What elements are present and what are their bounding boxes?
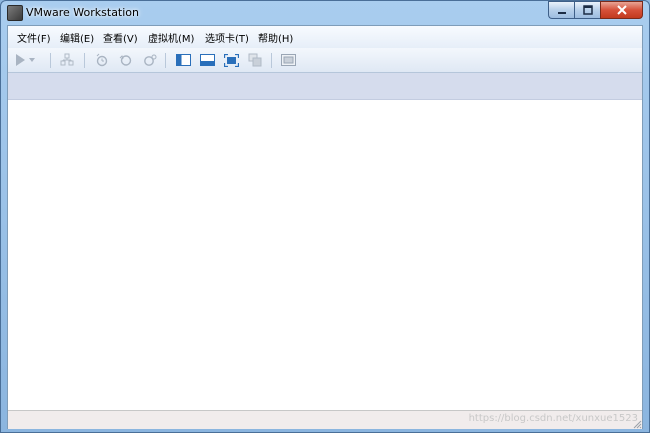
vmware-app-icon[interactable] xyxy=(7,5,23,21)
play-icon xyxy=(16,54,25,66)
client-area: 文件(F) 编辑(E) 查看(V) 虚拟机(M) 选项卡(T) 帮助(H) ht… xyxy=(7,25,643,429)
status-bar: https://blog.csdn.net/xunxue1523 xyxy=(8,410,642,429)
revert-snapshot-icon xyxy=(119,55,132,66)
menu-edit[interactable]: 编辑(E) xyxy=(60,30,94,45)
toolbar xyxy=(8,48,642,73)
maximize-icon xyxy=(582,5,593,15)
watermark-text: https://blog.csdn.net/xunxue1523 xyxy=(468,413,638,424)
take-snapshot-button[interactable] xyxy=(94,53,110,67)
network-icon xyxy=(60,53,74,66)
window-title: VMware Workstation xyxy=(26,6,140,19)
snapshot-manager-button[interactable] xyxy=(142,53,158,67)
unity-button[interactable] xyxy=(247,53,263,67)
main-content-area xyxy=(8,100,642,410)
tab-strip xyxy=(8,73,642,100)
window-controls xyxy=(548,1,643,19)
library-view-button[interactable] xyxy=(175,53,191,67)
toolbar-separator xyxy=(84,53,85,68)
menu-file[interactable]: 文件(F) xyxy=(17,30,51,45)
menu-help[interactable]: 帮助(H) xyxy=(258,30,293,45)
console-view-icon xyxy=(280,54,296,66)
thumbnail-bar-icon xyxy=(199,54,215,66)
full-screen-button[interactable] xyxy=(223,53,239,67)
toolbar-separator xyxy=(50,53,51,68)
library-view-icon xyxy=(175,54,191,66)
menu-view[interactable]: 查看(V) xyxy=(103,30,138,45)
console-view-button[interactable] xyxy=(280,53,296,67)
snapshot-manager-icon xyxy=(144,54,157,66)
close-icon xyxy=(616,5,627,15)
toolbar-separator xyxy=(271,53,272,68)
power-dropdown-button[interactable] xyxy=(27,53,37,67)
maximize-button[interactable] xyxy=(574,1,600,19)
app-window: VMware Workstation 文件(F) 编辑(E) 查看(V) 虚拟机… xyxy=(0,0,650,433)
snapshot-icon xyxy=(96,53,108,67)
revert-snapshot-button[interactable] xyxy=(118,53,134,67)
power-on-button[interactable] xyxy=(12,53,28,67)
toolbar-separator xyxy=(165,53,166,68)
minimize-button[interactable] xyxy=(548,1,574,19)
minimize-icon xyxy=(557,12,566,14)
thumbnail-bar-button[interactable] xyxy=(199,53,215,67)
dropdown-arrow-icon xyxy=(29,58,35,62)
close-button[interactable] xyxy=(600,1,643,19)
full-screen-icon xyxy=(223,53,239,67)
menu-bar: 文件(F) 编辑(E) 查看(V) 虚拟机(M) 选项卡(T) 帮助(H) xyxy=(8,26,642,48)
title-bar[interactable]: VMware Workstation xyxy=(1,1,649,25)
resize-grip-icon[interactable] xyxy=(632,419,642,429)
menu-tabs[interactable]: 选项卡(T) xyxy=(205,30,249,45)
network-button[interactable] xyxy=(59,53,75,67)
menu-vm[interactable]: 虚拟机(M) xyxy=(148,30,194,45)
unity-icon xyxy=(248,53,262,67)
